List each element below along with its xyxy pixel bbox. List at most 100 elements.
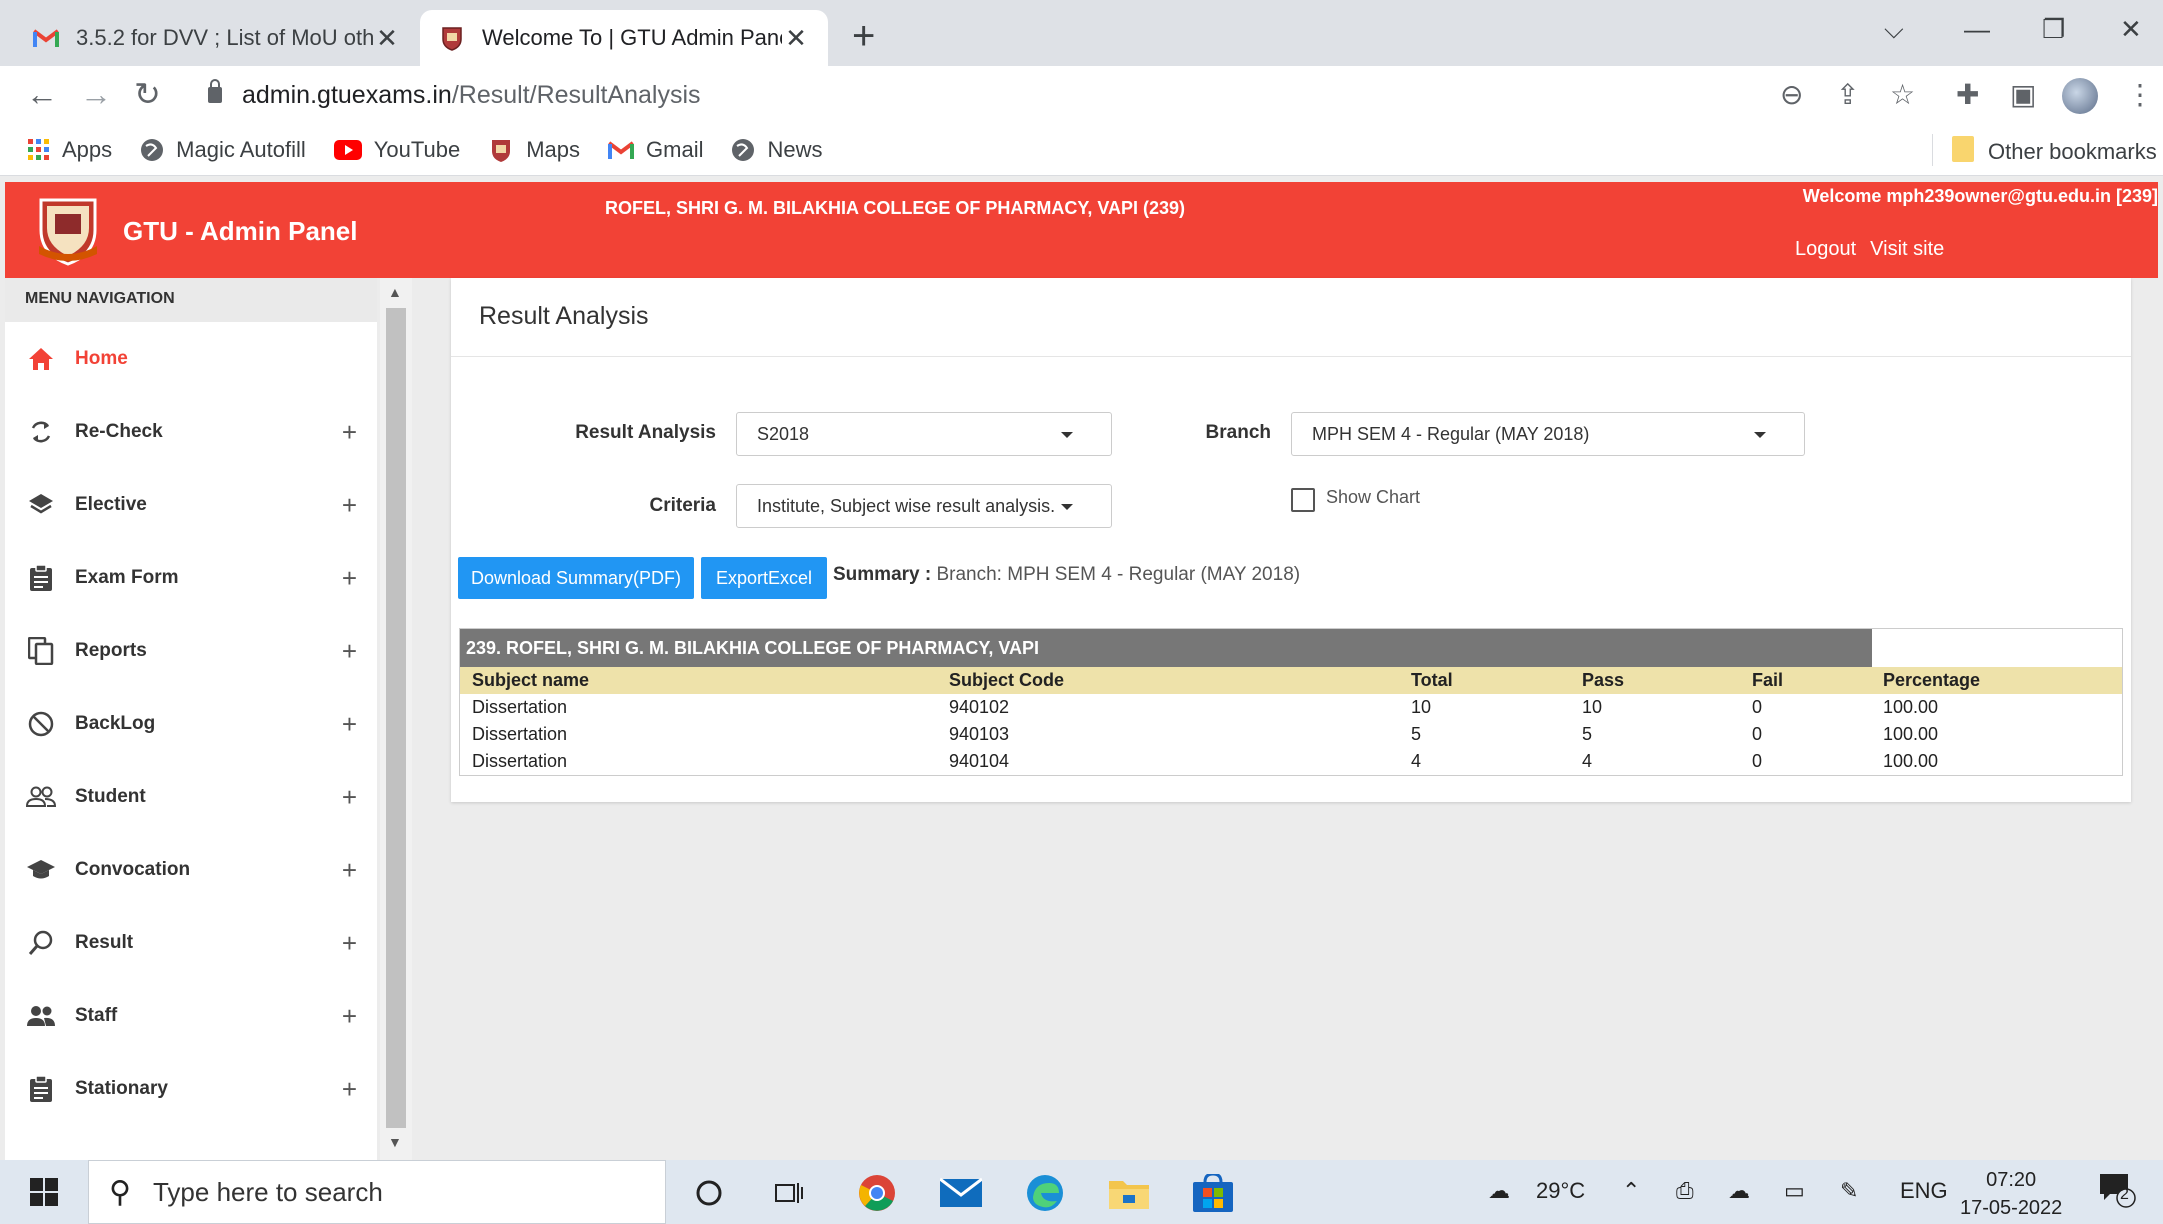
extensions-puzzle-icon[interactable]: ✚ <box>1956 80 1979 110</box>
scroll-thumb[interactable] <box>386 308 406 1128</box>
expand-plus-icon[interactable]: + <box>342 490 357 521</box>
visit-site-link[interactable]: Visit site <box>1870 238 1944 260</box>
sidebar-item-reports[interactable]: Reports + <box>5 614 377 687</box>
expand-plus-icon[interactable]: + <box>342 636 357 667</box>
expand-plus-icon[interactable]: + <box>342 1001 357 1032</box>
mail-icon[interactable] <box>940 1172 982 1214</box>
close-tab-icon[interactable]: ✕ <box>782 23 810 54</box>
taskbar-clock[interactable]: 07:20 17-05-2022 <box>1960 1166 2062 1222</box>
file-explorer-icon[interactable] <box>1108 1172 1150 1214</box>
bookmark-label: News <box>767 136 823 162</box>
notifications-icon[interactable]: 2 <box>2098 1170 2136 1214</box>
sidebar-item-convocation[interactable]: Convocation + <box>5 833 377 906</box>
tab-search-chevron-icon[interactable]: ⌵ <box>1884 14 1904 46</box>
sidebar-item-elective[interactable]: Elective + <box>5 468 377 541</box>
show-chart-checkbox[interactable] <box>1291 488 1315 512</box>
store-icon[interactable] <box>1192 1172 1234 1214</box>
expand-plus-icon[interactable]: + <box>342 928 357 959</box>
expand-plus-icon[interactable]: + <box>342 1074 357 1105</box>
sidebar-item-home[interactable]: Home <box>5 322 377 395</box>
side-panel-icon[interactable]: ▣ <box>2010 80 2036 110</box>
search-placeholder: Type here to search <box>152 1176 383 1207</box>
bookmark-label: YouTube <box>373 136 461 162</box>
tab-gtu-admin[interactable]: Welcome To | GTU Admin Panel ✕ <box>420 10 828 66</box>
taskbar-search-input[interactable]: ⚲ Type here to search <box>88 1160 666 1224</box>
battery-icon[interactable]: ▭ <box>1784 1178 1805 1204</box>
criteria-select[interactable]: Institute, Subject wise result analysis. <box>736 484 1112 528</box>
expand-plus-icon[interactable]: + <box>342 563 357 594</box>
scroll-up-arrow-icon[interactable]: ▲ <box>388 284 402 300</box>
app-brand[interactable]: GTU - Admin Panel <box>123 216 358 247</box>
pen-icon[interactable]: ✎ <box>1840 1178 1858 1204</box>
sidebar-scrollbar[interactable]: ▲ ▼ <box>380 278 412 1160</box>
show-chart-label[interactable]: Show Chart <box>1326 487 1420 508</box>
globe-icon <box>140 138 164 162</box>
branch-select[interactable]: MPH SEM 4 - Regular (MAY 2018) <box>1291 412 1805 456</box>
expand-plus-icon[interactable]: + <box>342 417 357 448</box>
close-window-icon[interactable]: ✕ <box>2120 14 2142 45</box>
task-view-icon[interactable] <box>768 1172 810 1214</box>
address-bar[interactable]: admin.gtuexams.in/Result/ResultAnalysis <box>190 70 1970 120</box>
expand-plus-icon[interactable]: + <box>342 782 357 813</box>
download-summary-pdf-button[interactable]: Download Summary(PDF) <box>458 557 694 599</box>
export-excel-button[interactable]: ExportExcel <box>701 557 827 599</box>
logout-link[interactable]: Logout <box>1795 238 1856 260</box>
new-tab-button[interactable]: + <box>852 16 875 56</box>
back-arrow-icon[interactable]: ← <box>26 76 58 112</box>
sidebar-item-backlog[interactable]: BackLog + <box>5 687 377 760</box>
windows-start-icon[interactable] <box>30 1178 58 1206</box>
bookmark-magic-autofill[interactable]: Magic Autofill <box>140 137 306 163</box>
tab-gmail[interactable]: 3.5.2 for DVV ; List of MoU other ✕ <box>14 10 419 66</box>
profile-avatar[interactable] <box>2062 78 2098 114</box>
onedrive-cloud-icon[interactable]: ☁ <box>1728 1178 1750 1204</box>
bookmark-star-icon[interactable]: ☆ <box>1890 80 1915 110</box>
sidebar-item-label: Exam Form <box>75 566 179 588</box>
close-tab-icon[interactable]: ✕ <box>373 23 401 54</box>
sidebar-item-stationary[interactable]: Stationary + <box>5 1052 377 1125</box>
welcome-user: Welcome mph239owner@gtu.edu.in [239] <box>1802 186 2158 206</box>
windows-taskbar: ⚲ Type here to search ☁ 29°C ⌃ ⎙ ☁ ▭ ✎ E… <box>0 1160 2163 1224</box>
sidebar-item-result[interactable]: Result + <box>5 906 377 979</box>
select-value: S2018 <box>757 424 810 444</box>
expand-plus-icon[interactable]: + <box>342 709 357 740</box>
restore-icon[interactable]: ❐ <box>2042 14 2065 45</box>
gtu-logo[interactable] <box>33 192 103 266</box>
minimize-icon[interactable]: — <box>1964 14 1990 45</box>
block-icon <box>25 708 57 740</box>
reload-icon[interactable]: ↻ <box>134 76 161 112</box>
sidebar-item-re-check[interactable]: Re-Check + <box>5 395 377 468</box>
result-analysis-select[interactable]: S2018 <box>736 412 1112 456</box>
weather-cloud-icon[interactable]: ☁ <box>1488 1178 1510 1204</box>
criteria-label: Criteria <box>649 495 716 516</box>
scroll-down-arrow-icon[interactable]: ▼ <box>388 1134 402 1150</box>
bookmark-youtube[interactable]: YouTube <box>333 136 461 163</box>
zoom-icon[interactable]: ⊖ <box>1780 80 1803 110</box>
meet-now-icon[interactable]: ⎙ <box>1676 1178 1694 1204</box>
column-header: Subject Code <box>949 670 1065 690</box>
sidebar-menu: MENU NAVIGATION Home Re-Check + Elective… <box>5 278 377 1160</box>
chrome-icon[interactable] <box>856 1172 898 1214</box>
menu-kebab-icon[interactable]: ⋮ <box>2126 80 2154 110</box>
sidebar-item-label: Convocation <box>75 858 191 880</box>
temperature[interactable]: 29°C <box>1536 1178 1585 1204</box>
sidebar-item-label: Student <box>75 785 146 807</box>
bookmark-news[interactable]: News <box>731 136 823 163</box>
table-cell: 100.00 <box>1883 724 1939 744</box>
table-cell: 10 <box>1411 697 1432 717</box>
cortana-icon[interactable] <box>688 1172 730 1214</box>
share-icon[interactable]: ⇪ <box>1836 80 1859 110</box>
sidebar-item-student[interactable]: Student + <box>5 760 377 833</box>
sidebar-item-staff[interactable]: Staff + <box>5 979 377 1052</box>
sidebar-item-label: Staff <box>75 1004 118 1026</box>
other-bookmarks[interactable]: Other bookmarks <box>1952 136 2157 168</box>
forward-arrow-icon[interactable]: → <box>80 76 112 112</box>
summary-text: Summary : Branch: MPH SEM 4 - Regular (M… <box>833 564 1300 586</box>
language-indicator[interactable]: ENG <box>1900 1178 1948 1204</box>
sidebar-item-exam-form[interactable]: Exam Form + <box>5 541 377 614</box>
bookmark-apps[interactable]: Apps <box>28 137 112 163</box>
bookmark-maps[interactable]: Maps <box>488 137 580 163</box>
expand-plus-icon[interactable]: + <box>342 855 357 886</box>
edge-icon[interactable] <box>1024 1172 1066 1214</box>
tray-chevron-up-icon[interactable]: ⌃ <box>1622 1178 1640 1204</box>
bookmark-gmail[interactable]: Gmail <box>608 137 703 163</box>
